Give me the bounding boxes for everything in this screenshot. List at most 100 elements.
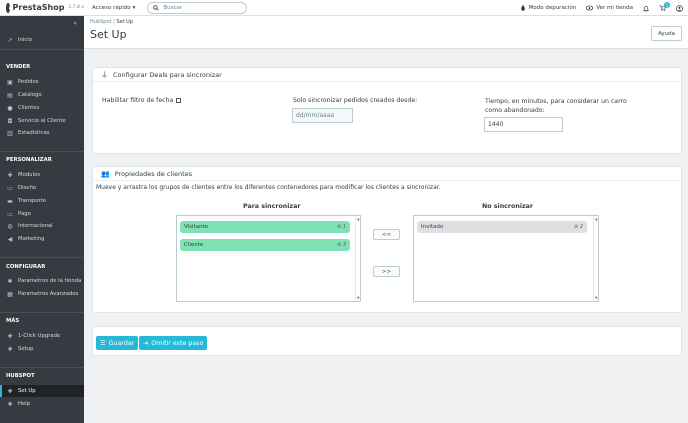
group-tag[interactable]: Visitante ⊘ 1 [180,221,350,233]
sync-groups-list[interactable]: Visitante ⊘ 1 Cliente ⊘ 3 ▲ ▼ [176,215,361,302]
account-circle-icon: ● [7,104,13,112]
logo[interactable]: PrestaShop 1.7.8.x [0,0,84,16]
sidebar-item-upgrade[interactable]: ✚ 1-Click Upgrade [0,330,84,342]
nosync-groups-list[interactable]: Invitado ⊘ 2 ▲ ▼ [413,215,599,302]
sidebar-item-setup[interactable]: ✚ Setup [0,343,84,355]
breadcrumb-parent[interactable]: HubSpot [90,19,111,25]
sidebar-item-clientes[interactable]: ● Clientes [0,102,84,114]
sidebar-item-catalogo[interactable]: ▤ Catalogo [0,89,84,101]
search-placeholder: Buscar [163,4,183,11]
abandoned-minutes-input[interactable]: 1440 [484,117,563,132]
sidebar-item-pago[interactable]: ▭ Pago [0,208,84,220]
group-count: ⊘ 3 [337,242,346,248]
customers-panel-title: Propiedades de clientes [114,169,193,178]
version-label: 1.7.8.x [68,5,84,10]
sidebar-divider [0,49,84,50]
sidebar-item-servicio[interactable]: ◘ Servicio al Cliente [0,115,84,127]
orders-notification[interactable]: 1 [659,2,670,11]
save-button[interactable]: ☰ Guardar [96,336,139,350]
move-to-sync-button[interactable]: << [373,229,400,240]
group-tag[interactable]: Cliente ⊘ 3 [180,239,350,251]
group-count: ⊘ 1 [337,224,346,230]
sidebar-item-estadisticas[interactable]: ▥ Estadísticas [0,127,84,139]
sidebar-item-label: Help [18,401,31,407]
chart-icon: ▥ [7,129,13,137]
sidebar-divider [0,367,84,368]
move-to-nosync-button[interactable]: >> [373,266,400,277]
group-count-value: 1 [342,224,346,230]
date-filter-checkbox[interactable] [176,97,182,103]
sidebar-item-label: Modulos [18,172,41,178]
group-count-value: 2 [579,224,583,230]
sidebar-item-internacional[interactable]: ◍ Internacional [0,220,84,232]
date-from-input[interactable]: dd/mm/aaaa [292,108,353,123]
monitor-icon: ▭ [7,184,13,192]
sidebar-item-hubspot-setup[interactable]: ✚ Set Up [0,385,84,397]
user-menu[interactable] [676,4,683,12]
sync-from-label: Solo sincronizar pedidos creados desde: [293,97,418,104]
sidebar-item-label: Parametros de la tienda [18,278,82,284]
sidebar-item-label: Marketing [18,236,45,242]
users-icon: 👥 [101,169,110,178]
scroll-down-icon[interactable]: ▼ [357,296,360,300]
puzzle-icon: ✚ [7,332,13,340]
date-filter-label: Habilitar filtro de fecha [102,97,182,104]
puzzle-icon: ✚ [7,387,13,395]
abandoned-cart-label-line1: Tiempo, en minutos, para considerar un c… [485,98,627,105]
list-icon: ☰ [100,339,106,347]
arrow-right-box-icon: ⇥ [143,339,149,347]
sidebar-item-pedidos[interactable]: ▣ Pedidos [0,76,84,88]
search-input[interactable]: Buscar [147,1,248,14]
sidebar-item-parametros-tienda[interactable]: ✱ Parametros de la tienda [0,275,84,287]
scrollbar[interactable]: ▲ ▼ [355,216,360,301]
trending-up-icon: ↗ [7,36,13,44]
notification-badge: 1 [664,2,670,8]
notifications-bell[interactable] [643,5,649,12]
sidebar-section-title: MÁS [6,318,20,324]
sidebar-item-modulos[interactable]: ✚ Modulos [0,169,84,181]
breadcrumb: HubSpot / Set Up [90,19,133,25]
sidebar-item-transporte[interactable]: ▬ Transporte [0,195,84,207]
caret-down-icon: ▾ [132,4,136,11]
group-count: ⊘ 2 [574,224,583,230]
collapse-sidebar-icon[interactable]: « [73,20,77,27]
scroll-up-icon[interactable]: ▲ [357,217,360,221]
plug-icon: ⏚ [101,70,108,79]
deals-panel: ⏚ Configurar Deals para sincronizar Habi… [92,67,682,154]
sidebar-item-label: Servicio al Cliente [18,118,66,124]
sidebar-item-label: Pedidos [18,79,39,85]
puzzle-icon: ✚ [7,345,13,353]
sidebar-divider [0,257,84,258]
sidebar-item-parametros-avanzados[interactable]: ▦ Parametros Avanzados [0,288,84,300]
view-store-link[interactable]: Ver mi tienda [586,5,633,11]
scrollbar[interactable]: ▲ ▼ [593,216,598,301]
abandoned-cart-label-line2: como abandonado: [485,107,545,114]
sidebar-item-marketing[interactable]: ◀ Marketing [0,233,84,245]
group-name: Cliente [184,242,204,248]
prestashop-logo-icon [6,2,13,13]
sidebar-item-help[interactable]: ✚ Help [0,398,84,410]
gear-icon: ✱ [7,277,13,285]
debug-mode-link[interactable]: Modo depuración [520,5,577,11]
debug-mode-label: Modo depuración [528,5,577,11]
logo-text: PrestaShop [12,3,65,12]
sidebar-item-inicio[interactable]: ↗ Inicio [0,34,84,46]
deals-panel-header: ⏚ Configurar Deals para sincronizar [93,68,681,82]
abandoned-cart-label: Tiempo, en minutos, para considerar un c… [485,97,627,115]
scroll-down-icon[interactable]: ▼ [595,296,598,300]
sidebar-section-title: VENDER [6,64,31,70]
sidebar-item-diseno[interactable]: ▭ Diseño [0,182,84,194]
user-icon [676,4,683,12]
save-button-label: Guardar [108,339,135,347]
scroll-up-icon[interactable]: ▲ [595,217,598,221]
globe-icon: ◍ [7,222,13,230]
sidebar-item-label: Clientes [18,105,40,111]
group-tag[interactable]: Invitado ⊘ 2 [417,221,587,233]
sidebar-item-label: Set Up [18,388,36,394]
top-header: PrestaShop 1.7.8.x Acceso rápido ▾ Busca… [0,0,688,16]
skip-step-button[interactable]: ⇥ Omitir este paso [139,336,208,350]
actions-panel: ☰ Guardar ⇥ Omitir este paso [92,326,682,356]
quick-access-dropdown[interactable]: Acceso rápido ▾ [92,5,135,11]
group-name: Invitado [421,224,444,230]
help-button[interactable]: Ayuda [651,26,682,41]
